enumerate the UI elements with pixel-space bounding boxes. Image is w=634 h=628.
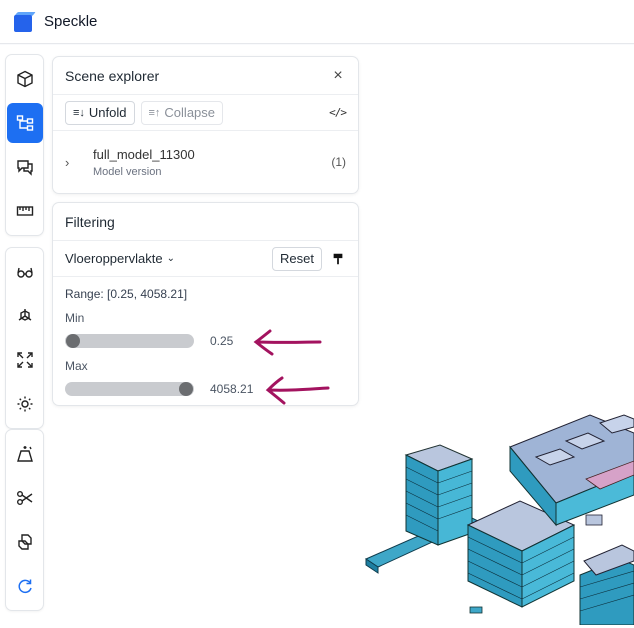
- chevron-down-icon: ⌄: [166, 253, 175, 264]
- app-title: Speckle: [44, 13, 98, 30]
- min-slider[interactable]: [65, 334, 194, 348]
- reset-button[interactable]: Reset: [272, 246, 322, 271]
- scene-explorer-header: Scene explorer ×: [53, 57, 358, 95]
- axes-icon[interactable]: [7, 296, 43, 336]
- property-name: Vloeroppervlakte: [65, 251, 163, 266]
- unfold-icon: ≡↓: [73, 106, 85, 119]
- property-dropdown[interactable]: Vloeroppervlakte ⌄: [65, 251, 175, 266]
- max-slider[interactable]: [65, 382, 194, 396]
- panel-title: Scene explorer: [65, 67, 160, 84]
- explode-icon[interactable]: [7, 522, 43, 562]
- range-text: Range: [0.25, 4058.21]: [65, 287, 188, 301]
- filtering-header: Filtering: [53, 203, 358, 241]
- building-model-render[interactable]: [360, 375, 634, 625]
- model-count: (1): [331, 155, 346, 169]
- max-label: Max: [65, 359, 88, 373]
- sun-icon[interactable]: [7, 384, 43, 424]
- scissors-icon[interactable]: [7, 478, 43, 518]
- collapse-label: Collapse: [164, 105, 216, 120]
- glasses-icon[interactable]: [7, 252, 43, 292]
- annotation-arrow-min: [253, 329, 322, 356]
- reload-icon[interactable]: [7, 566, 43, 606]
- toolbar-group-main: [5, 54, 44, 236]
- min-label: Min: [65, 311, 85, 325]
- model-name: full_model_11300: [93, 146, 195, 162]
- section-box-icon[interactable]: [7, 434, 43, 474]
- annotation-arrow-max: [265, 376, 330, 405]
- speckle-logo-icon[interactable]: [12, 11, 36, 32]
- filter-property-row: Vloeroppervlakte ⌄ Reset: [53, 241, 358, 277]
- chevron-right-icon[interactable]: ›: [65, 155, 81, 170]
- scene-explorer-panel: Scene explorer × ≡↓ Unfold ≡↑ Collapse </>…: [52, 56, 359, 194]
- collapse-button[interactable]: ≡↑ Collapse: [140, 100, 224, 125]
- unfold-label: Unfold: [88, 105, 127, 120]
- toolbar-group-tools: [5, 429, 44, 611]
- max-value: 4058.21: [210, 382, 254, 396]
- top-bar: Speckle: [0, 0, 634, 44]
- min-value: 0.25: [210, 334, 234, 348]
- model-subtitle: Model version: [93, 165, 162, 178]
- scene-actions: ≡↓ Unfold ≡↑ Collapse </>: [53, 95, 358, 131]
- ruler-icon[interactable]: [7, 191, 43, 231]
- paint-brush-icon[interactable]: [330, 251, 346, 267]
- model-tree-item[interactable]: › full_model_11300 Model version (1): [53, 131, 358, 193]
- code-toggle-icon[interactable]: </>: [329, 106, 347, 119]
- toolbar-group-view: [5, 247, 44, 429]
- chat-icon[interactable]: [7, 147, 43, 187]
- collapse-icon: ≡↑: [148, 106, 161, 119]
- max-slider-thumb[interactable]: [179, 382, 193, 396]
- unfold-button[interactable]: ≡↓ Unfold: [65, 100, 135, 125]
- min-slider-thumb[interactable]: [66, 334, 80, 348]
- panel-title: Filtering: [65, 213, 115, 230]
- scene-tree-icon[interactable]: [6, 103, 43, 143]
- cube-icon[interactable]: [7, 59, 43, 99]
- expand-icon[interactable]: [7, 340, 43, 380]
- close-icon[interactable]: ×: [330, 67, 346, 85]
